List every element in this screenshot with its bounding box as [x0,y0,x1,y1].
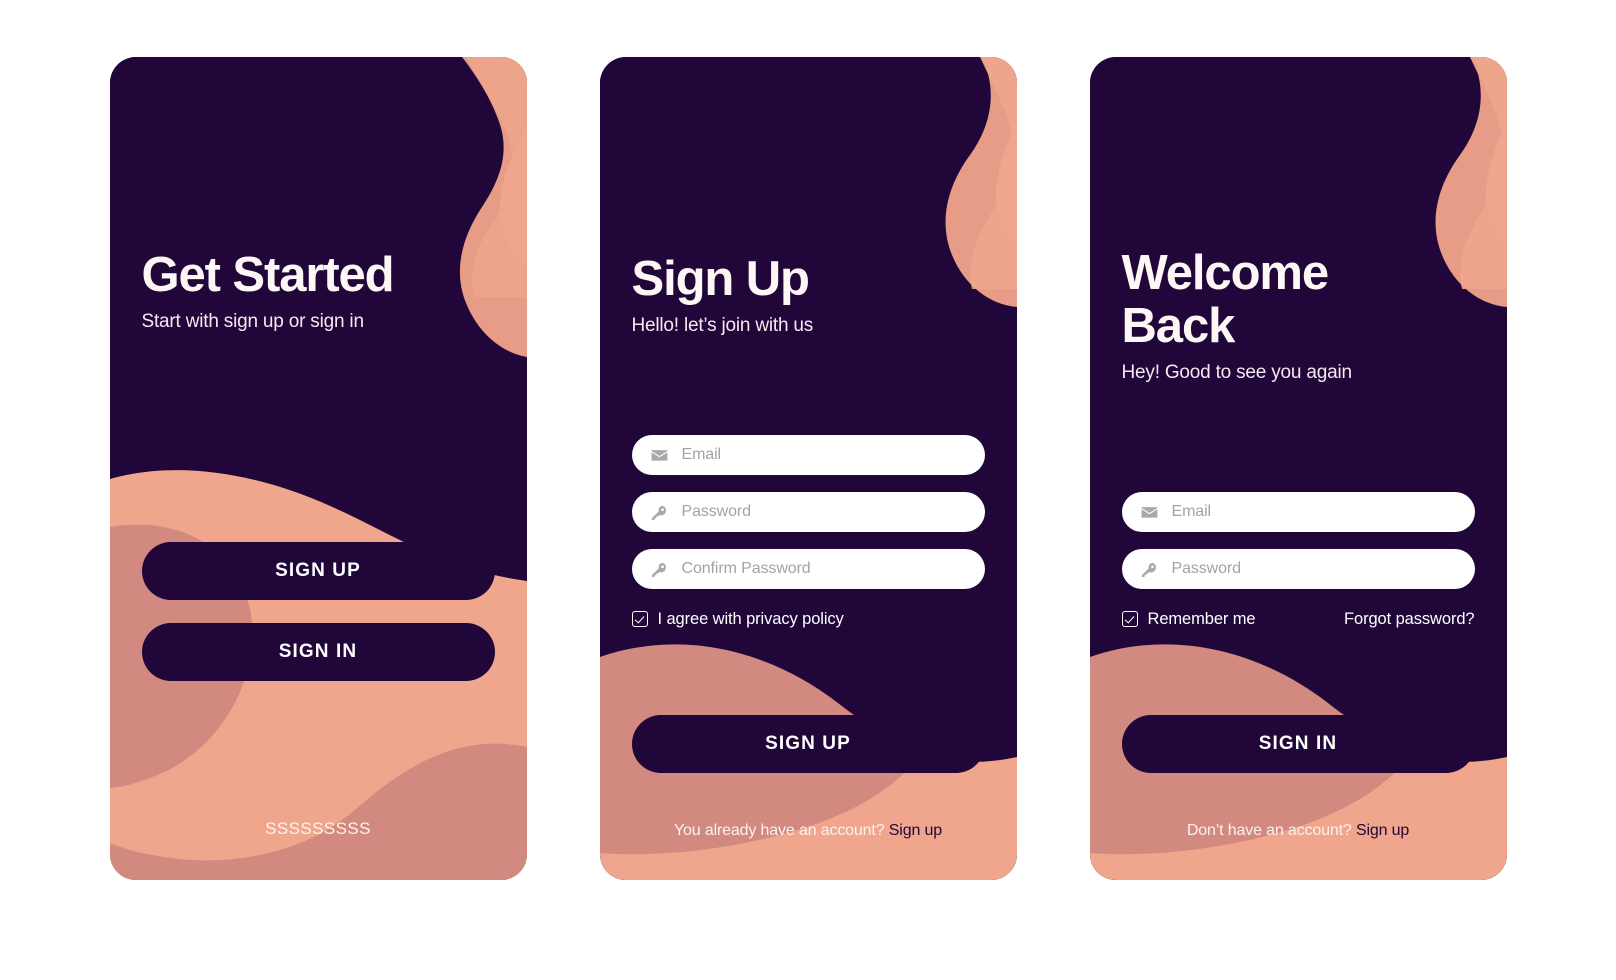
welcome-back-footer: Don’t have an account? Sign up [1090,822,1507,840]
footer-link[interactable]: Sign up [1356,822,1409,839]
sign-in-button[interactable]: SIGN IN [141,623,495,681]
footer-text: Don’t have an account? [1186,822,1356,839]
privacy-policy-checkbox[interactable] [631,611,648,627]
page-title: Welcome Back [1121,246,1330,353]
sign-up-button[interactable]: SIGN UP [141,542,495,600]
envelope-icon [651,449,667,461]
envelope-icon [1141,506,1157,518]
remember-me-row[interactable]: Remember me Forgot password? [1121,608,1475,630]
screen-sign-up: Sign Up Hello! let’s join with us Email … [599,57,1017,880]
page-subtitle: Hey! Good to see you again [1121,361,1353,383]
privacy-policy-row[interactable]: I agree with privacy policy [631,608,985,630]
email-field[interactable]: Email [1121,492,1475,532]
key-icon [651,562,666,577]
footer-text: You already have an account? [673,822,889,839]
key-icon [651,505,666,520]
email-placeholder: Email [1171,503,1212,520]
remember-me-checkbox[interactable] [1121,611,1138,627]
privacy-policy-label: I agree with privacy policy [657,609,844,628]
get-started-heading-block: Get Started Start with sign up or sign i… [142,249,495,333]
footer-link[interactable]: Sign up [889,822,942,839]
sign-up-heading-block: Sign Up Hello! let’s join with us [632,253,985,337]
sign-up-submit-button[interactable]: SIGN UP [631,715,985,773]
screens-stage: Get Started Start with sign up or sign i… [0,0,1616,980]
remember-me-label: Remember me [1147,609,1256,628]
page-title: Sign Up [631,252,810,306]
page-subtitle: Start with sign up or sign in [141,310,365,332]
password-placeholder: Password [1171,560,1242,577]
email-field[interactable]: Email [631,435,985,475]
password-field[interactable]: Password [631,492,985,532]
password-field[interactable]: Password [1121,549,1475,589]
screen-get-started: Get Started Start with sign up or sign i… [109,57,527,880]
sign-in-submit-button[interactable]: SIGN IN [1121,715,1475,773]
key-icon [1141,562,1156,577]
welcome-back-heading-block: Welcome Back Hey! Good to see you again [1122,247,1475,384]
email-placeholder: Email [681,446,722,463]
forgot-password-link[interactable]: Forgot password? [1344,610,1475,629]
page-subtitle: Hello! let’s join with us [631,314,814,336]
page-title: Get Started [141,248,395,302]
sign-up-footer: You already have an account? Sign up [600,822,1017,840]
password-placeholder: Password [681,503,752,520]
screen-welcome-back: Welcome Back Hey! Good to see you again … [1089,57,1507,880]
brandmark: SSSSSSSSS [265,819,371,838]
confirm-password-placeholder: Confirm Password [681,560,811,577]
confirm-password-field[interactable]: Confirm Password [631,549,985,589]
